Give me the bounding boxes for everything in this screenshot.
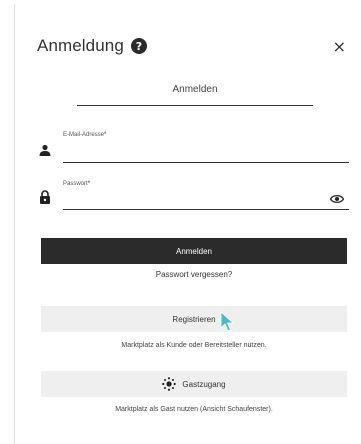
register-button[interactable]: Registrieren: [41, 306, 347, 332]
register-hint: Marktplatz als Kunde oder Bereitsteller …: [121, 342, 267, 349]
eye-icon[interactable]: [330, 194, 344, 204]
forgot-password-link[interactable]: Passwort vergessen?: [41, 270, 347, 279]
lock-icon: [40, 190, 50, 204]
sun-icon: [162, 377, 177, 391]
login-button[interactable]: Anmelden: [41, 238, 347, 264]
email-field[interactable]: E-Mail-Adresse*: [63, 132, 349, 164]
email-underline: [63, 162, 349, 163]
password-underline: [63, 209, 349, 210]
cursor-icon: [220, 311, 235, 332]
guest-access-hint: Marktplatz als Gast nutzen (Ansicht Scha…: [115, 406, 273, 413]
user-icon: [39, 144, 51, 156]
help-icon[interactable]: ?: [130, 38, 147, 54]
register-label: Registrieren: [172, 314, 216, 324]
dialog-header: Anmeldung ?: [37, 36, 147, 56]
guest-access-button[interactable]: Gastzugang: [41, 371, 347, 397]
close-icon[interactable]: ×: [333, 37, 346, 56]
login-dialog: Anmeldung ? × Anmelden E-Mail-Adresse* P…: [14, 4, 358, 444]
password-label: Passwort*: [63, 181, 91, 187]
email-label: E-Mail-Adresse*: [63, 132, 107, 138]
tab-anmelden[interactable]: Anmelden: [77, 84, 313, 106]
guest-access-label: Gastzugang: [182, 379, 226, 389]
dialog-title: Anmeldung: [37, 36, 124, 55]
password-field[interactable]: Passwort*: [63, 181, 349, 213]
